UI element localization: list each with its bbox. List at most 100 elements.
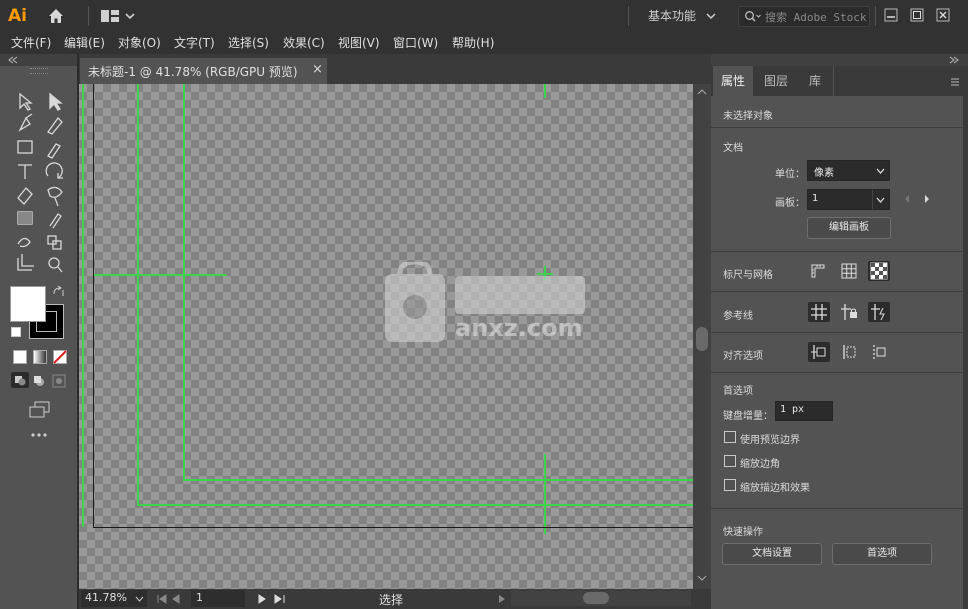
menu-edit[interactable]: 编辑(E) (64, 32, 105, 54)
align-options-title: 对齐选项 (723, 351, 763, 362)
title-bar: Ai 基本功能 搜索 Adobe Stock (0, 0, 968, 32)
none-mode-icon[interactable] (53, 350, 67, 364)
menu-view[interactable]: 视图(V) (338, 32, 380, 54)
status-bar: 41.78% 1 选择 (79, 589, 711, 609)
watermark-text: anxz.com (455, 314, 583, 342)
arrange-documents-button[interactable] (99, 7, 139, 25)
use-preview-bounds-label: 使用预览边界 (740, 435, 800, 446)
menu-select[interactable]: 选择(S) (228, 32, 269, 54)
panel-scrollbar[interactable] (963, 96, 968, 609)
chevron-down-icon (706, 13, 716, 20)
no-selection-label: 未选择对象 (723, 111, 773, 122)
scroll-down-icon[interactable] (697, 574, 707, 582)
scroll-thumb[interactable] (583, 592, 609, 604)
preferences-button[interactable]: 首选项 (832, 543, 932, 565)
workspace-switcher[interactable]: 基本功能 (636, 6, 726, 26)
close-icon[interactable] (936, 8, 950, 22)
align-to-grid-icon[interactable] (838, 342, 860, 362)
scale-strokes-checkbox[interactable] (724, 479, 736, 491)
menu-bar: 文件(F) 编辑(E) 对象(O) 文字(T) 选择(S) 效果(C) 视图(V… (0, 32, 968, 54)
guide-line (93, 274, 227, 276)
tab-libraries[interactable]: 库 (797, 66, 833, 96)
grid-icon[interactable] (838, 261, 860, 281)
smart-guides-icon[interactable] (868, 302, 890, 322)
units-select[interactable]: 像素 (807, 160, 890, 181)
first-prev-artboard-icon[interactable] (157, 594, 185, 604)
vertical-scrollbar[interactable] (693, 84, 711, 589)
keyboard-increment-value: 1 px (780, 404, 805, 415)
more-tools-icon[interactable] (30, 432, 48, 438)
draw-normal-icon[interactable] (11, 372, 29, 388)
menu-window[interactable]: 窗口(W) (393, 32, 438, 54)
align-to-artboard-icon[interactable] (868, 342, 890, 362)
tab-properties[interactable]: 属性 (713, 66, 753, 96)
draw-behind-icon[interactable] (32, 374, 46, 388)
swap-icon[interactable] (52, 286, 66, 298)
document-tab[interactable]: 未标题-1 @ 41.78% (RGB/GPU 预览) × (80, 58, 327, 84)
home-icon[interactable] (46, 6, 66, 26)
menu-type[interactable]: 文字(T) (174, 32, 215, 54)
zoom-field[interactable]: 41.78% (81, 590, 147, 607)
current-tool-label: 选择 (379, 593, 404, 607)
show-guides-icon[interactable] (808, 302, 830, 322)
menu-object[interactable]: 对象(O) (118, 32, 161, 54)
divider (88, 6, 89, 26)
menu-file[interactable]: 文件(F) (11, 32, 51, 54)
scroll-thumb[interactable] (696, 327, 708, 351)
artboard-prev-next-icon[interactable] (903, 193, 933, 205)
search-input[interactable]: 搜索 Adobe Stock (738, 6, 870, 27)
close-tab-button[interactable]: × (312, 62, 323, 77)
collapse-icon[interactable] (949, 56, 959, 64)
watermark: anxz.com (375, 259, 595, 352)
fill-swatch[interactable] (10, 286, 46, 322)
color-mode-icon[interactable] (13, 350, 27, 364)
maximize-icon[interactable] (910, 8, 924, 22)
rulers-grids-title: 标尺与网格 (723, 270, 773, 281)
gradient-mode-icon[interactable] (33, 350, 47, 364)
guide-line (544, 454, 546, 534)
divider (875, 6, 876, 26)
guide-line (137, 504, 693, 506)
quick-actions-title: 快速操作 (723, 527, 763, 538)
artboard-edge (93, 84, 94, 527)
screen-mode-icon[interactable] (29, 401, 51, 419)
menu-help[interactable]: 帮助(H) (452, 32, 494, 54)
menu-effect[interactable]: 效果(C) (283, 32, 325, 54)
artboard-navigator[interactable]: 1 (191, 590, 245, 607)
transparency-grid-icon[interactable] (868, 261, 890, 281)
scale-corners-checkbox[interactable] (724, 455, 736, 467)
use-preview-bounds-checkbox[interactable] (724, 431, 736, 443)
app-logo: Ai (8, 6, 27, 26)
snap-to-pixel-icon[interactable] (808, 342, 830, 362)
minimize-icon[interactable] (884, 8, 898, 22)
artboard-edge (93, 527, 693, 528)
keyboard-increment-input[interactable]: 1 px (775, 401, 833, 421)
scroll-up-icon[interactable] (697, 88, 707, 96)
panel-menu-icon[interactable] (950, 78, 960, 86)
panel-header (711, 54, 968, 66)
document-section-title: 文档 (723, 143, 743, 154)
artboard-select[interactable]: 1 (807, 189, 890, 210)
keyboard-increment-label: 键盘增量： (723, 411, 773, 422)
units-value: 像素 (814, 168, 834, 179)
tab-layers[interactable]: 图层 (755, 66, 797, 96)
next-last-artboard-icon[interactable] (257, 594, 287, 604)
divider (711, 508, 963, 509)
search-placeholder: 搜索 Adobe Stock (765, 11, 867, 24)
artboard-label: 画板： (775, 198, 805, 209)
edit-artboards-button[interactable]: 编辑画板 (807, 217, 891, 239)
scale-corners-label: 缩放边角 (740, 459, 780, 470)
document-setup-button[interactable]: 文档设置 (722, 543, 822, 565)
collapse-icon[interactable] (8, 56, 18, 64)
document-tab-title: 未标题-1 @ 41.78% (RGB/GPU 预览) (88, 65, 298, 79)
draw-inside-icon[interactable] (52, 374, 66, 388)
guide-line (137, 84, 139, 506)
divider (833, 66, 834, 96)
default-colors-icon[interactable] (11, 327, 21, 337)
status-menu-icon[interactable] (497, 594, 507, 604)
search-icon (745, 11, 761, 22)
ruler-icon[interactable] (808, 261, 830, 281)
tools-panel (0, 66, 77, 609)
lock-guides-icon[interactable] (838, 302, 860, 322)
horizontal-scrollbar[interactable] (511, 590, 691, 606)
